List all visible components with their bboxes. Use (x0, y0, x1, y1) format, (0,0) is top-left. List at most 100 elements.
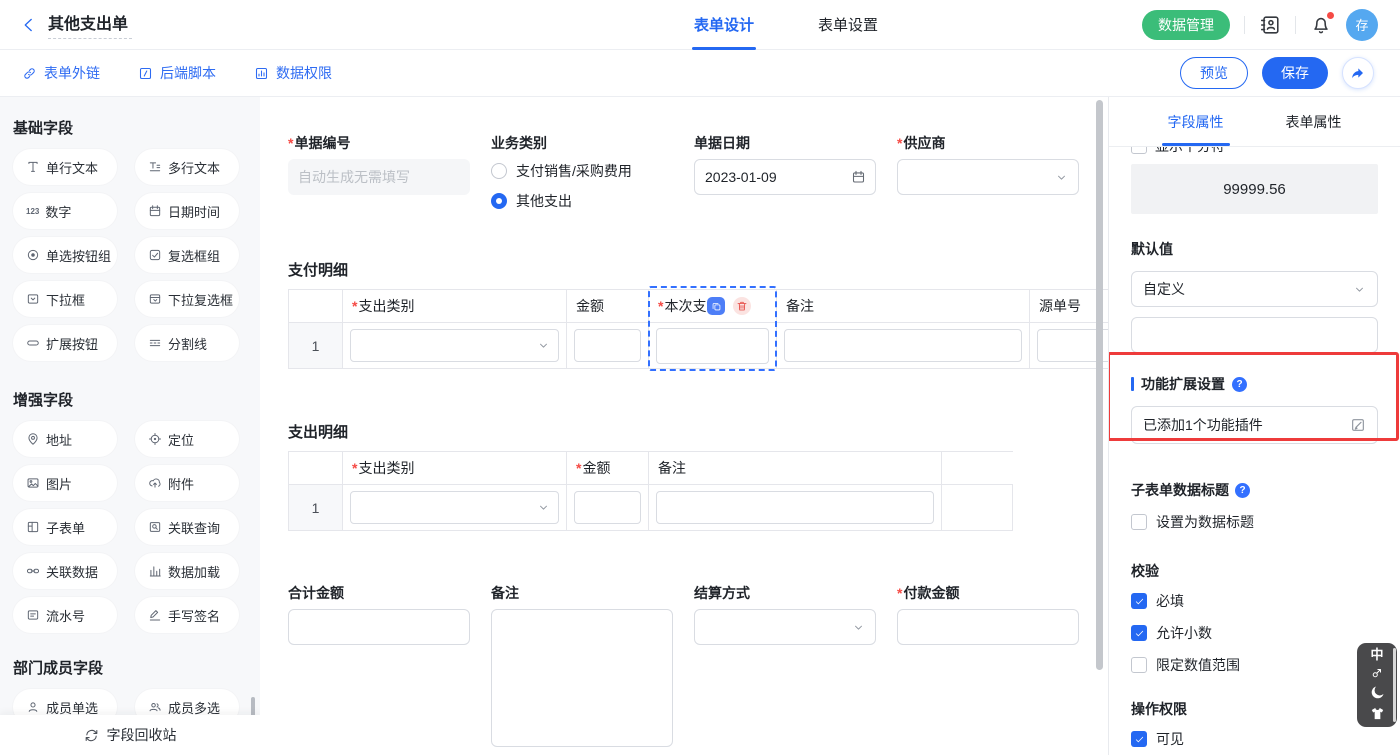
field-item-subform[interactable]: 子表单 (13, 509, 117, 545)
field-item-datetime[interactable]: 日期时间 (135, 193, 239, 229)
payment-col-current-header[interactable]: *本次支 (649, 290, 777, 323)
pay-amount-input[interactable] (897, 609, 1079, 645)
edit-pencil-icon[interactable] (1350, 417, 1366, 433)
biz-type-label: 业务类别 (491, 133, 547, 153)
visible-option[interactable]: 可见 (1131, 729, 1378, 749)
visible-checkbox[interactable] (1131, 731, 1147, 747)
required-checkbox[interactable] (1131, 593, 1147, 609)
set-data-title-option[interactable]: 设置为数据标题 (1131, 512, 1378, 532)
page-scrollbar[interactable] (1393, 648, 1396, 722)
supplier-select[interactable] (897, 159, 1079, 195)
payment-category-select[interactable] (350, 329, 559, 362)
field-item-multi-select[interactable]: 下拉复选框 (135, 281, 239, 317)
active-tab-indicator (1162, 143, 1230, 146)
field-item-linked-data[interactable]: 关联数据 (13, 553, 117, 589)
calendar-icon[interactable] (851, 170, 866, 185)
plugin-summary-box[interactable]: 已添加1个功能插件 (1131, 406, 1378, 444)
help-question-icon[interactable]: ? (1235, 483, 1250, 498)
data-manage-button[interactable]: 数据管理 (1142, 10, 1230, 40)
data-permission-button[interactable]: 数据权限 (254, 63, 332, 83)
default-value-select[interactable]: 自定义 (1131, 271, 1378, 307)
share-button[interactable] (1342, 57, 1374, 89)
payment-note-input[interactable] (784, 329, 1022, 362)
limit-range-checkbox[interactable] (1131, 657, 1147, 673)
expense-category-select[interactable] (350, 491, 559, 524)
field-note[interactable]: 备注 (491, 583, 673, 750)
field-item-serial-number[interactable]: 流水号 (13, 597, 117, 633)
field-doc-number[interactable]: *单据编号 (288, 133, 470, 211)
payment-col-category-header[interactable]: *支出类别 (343, 290, 567, 323)
total-amount-input[interactable] (288, 609, 470, 645)
settle-method-select[interactable] (694, 609, 876, 645)
required-option[interactable]: 必填 (1131, 591, 1378, 611)
contact-book-icon[interactable] (1259, 14, 1281, 36)
allow-decimal-checkbox[interactable] (1131, 625, 1147, 641)
help-question-icon[interactable]: ? (1232, 377, 1247, 392)
doc-date-input[interactable] (694, 159, 876, 195)
field-doc-date[interactable]: 单据日期 (694, 133, 876, 211)
field-item-attachment[interactable]: 附件 (135, 465, 239, 501)
save-button[interactable]: 保存 (1262, 57, 1328, 89)
field-item-checkbox-group[interactable]: 复选框组 (135, 237, 239, 273)
field-recycle-bin[interactable]: 字段回收站 (0, 715, 260, 755)
payment-col-amount-header[interactable]: 金额 (567, 290, 649, 323)
tab-form-design[interactable]: 表单设计 (694, 0, 754, 50)
field-item-image[interactable]: 图片 (13, 465, 117, 501)
field-item-location[interactable]: 定位 (135, 421, 239, 457)
notification-bell-icon[interactable] (1310, 14, 1332, 36)
field-item-multi-line-text[interactable]: 多行文本 (135, 149, 239, 185)
default-value-input[interactable] (1131, 317, 1378, 353)
biz-type-option-2[interactable]: 其他支出 (491, 191, 673, 211)
field-item-select[interactable]: 下拉框 (13, 281, 117, 317)
allow-decimal-option[interactable]: 允许小数 (1131, 623, 1378, 643)
thousand-separator-checkbox[interactable] (1131, 147, 1147, 154)
section-title-enhanced-fields: 增强字段 (13, 389, 260, 409)
dark-mode-moon-icon[interactable] (1369, 684, 1386, 701)
delete-field-button[interactable] (733, 297, 751, 315)
field-item-single-line-text[interactable]: 单行文本 (13, 149, 117, 185)
payment-col-note-header[interactable]: 备注 (777, 290, 1030, 323)
expense-note-input[interactable] (656, 491, 934, 524)
field-pay-amount[interactable]: *付款金额 (897, 583, 1079, 750)
expense-col-category-header[interactable]: *支出类别 (343, 452, 567, 485)
field-item-number[interactable]: 123数字 (13, 193, 117, 229)
field-total-amount[interactable]: 合计金额 (288, 583, 470, 750)
back-icon[interactable] (20, 16, 38, 34)
field-item-radio-group[interactable]: 单选按钮组 (13, 237, 117, 273)
field-biz-type[interactable]: 业务类别 支付销售/采购费用 其他支出 (491, 133, 673, 211)
payment-current-input[interactable] (656, 328, 769, 364)
tab-form-settings[interactable]: 表单设置 (818, 0, 878, 50)
expense-col-note-header[interactable]: 备注 (649, 452, 942, 485)
tab-field-properties[interactable]: 字段属性 (1168, 112, 1224, 146)
limit-range-option[interactable]: 限定数值范围 (1131, 655, 1378, 675)
orbit-toggle-icon[interactable] (1370, 666, 1384, 680)
field-item-divider[interactable]: 分割线 (135, 325, 239, 361)
radio-selected-icon[interactable] (491, 193, 507, 209)
radio-unselected-icon[interactable] (491, 163, 507, 179)
tab-form-properties[interactable]: 表单属性 (1286, 112, 1342, 146)
backend-script-button[interactable]: 后端脚本 (138, 63, 216, 83)
field-item-address[interactable]: 地址 (13, 421, 117, 457)
field-item-extend-button[interactable]: 扩展按钮 (13, 325, 117, 361)
external-link-button[interactable]: 表单外链 (22, 63, 100, 83)
canvas-scrollbar[interactable] (1096, 100, 1103, 670)
field-item-signature[interactable]: 手写签名 (135, 597, 239, 633)
payment-amount-input[interactable] (574, 329, 641, 362)
copy-field-button[interactable] (707, 297, 725, 315)
set-data-title-checkbox[interactable] (1131, 514, 1147, 530)
theme-shirt-icon[interactable] (1369, 705, 1386, 722)
biz-type-option-1[interactable]: 支付销售/采购费用 (491, 161, 673, 181)
expense-col-amount-header[interactable]: *金额 (567, 452, 649, 485)
field-item-data-load[interactable]: 数据加载 (135, 553, 239, 589)
note-textarea[interactable] (491, 609, 673, 747)
preview-button[interactable]: 预览 (1180, 57, 1248, 89)
page-title[interactable]: 其他支出单 (48, 10, 132, 34)
expense-amount-input[interactable] (574, 491, 641, 524)
extension-settings-title: 功能扩展设置 ? (1131, 374, 1378, 394)
field-settle-method[interactable]: 结算方式 (694, 583, 876, 750)
doc-number-input[interactable] (288, 159, 470, 195)
language-toggle[interactable]: 中 (1370, 648, 1383, 662)
field-supplier[interactable]: *供应商 (897, 133, 1079, 211)
user-avatar[interactable]: 存 (1346, 9, 1378, 41)
field-item-lookup[interactable]: 关联查询 (135, 509, 239, 545)
